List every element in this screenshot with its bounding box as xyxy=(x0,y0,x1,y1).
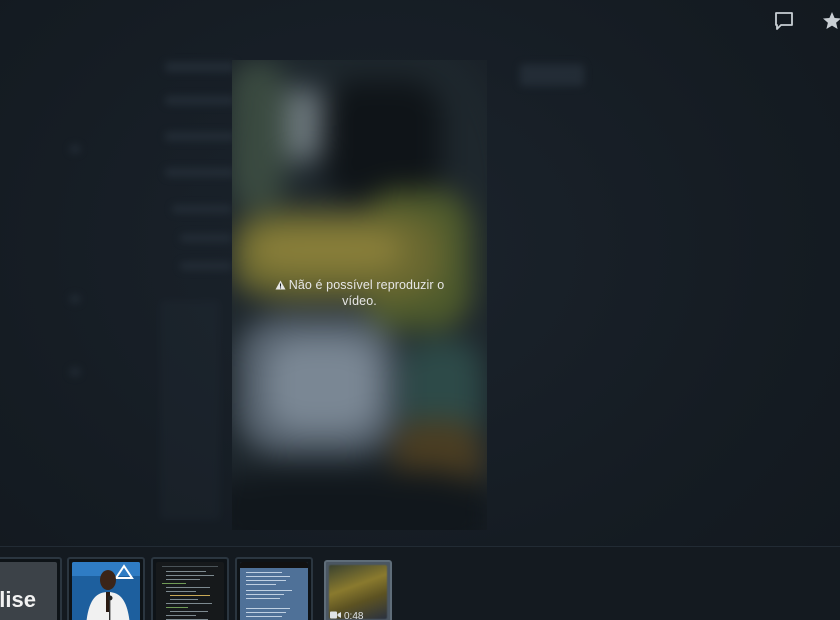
warning-icon xyxy=(275,279,286,294)
code-screenshot xyxy=(156,562,224,620)
thumbnail-video[interactable]: 0:48 xyxy=(324,560,392,620)
duration-label: 0:48 xyxy=(344,611,364,620)
star-icon[interactable] xyxy=(820,9,840,33)
camera-icon xyxy=(330,611,341,620)
phone-screenshot xyxy=(240,562,308,620)
video-error-message: Não é possível reproduzir o vídeo. xyxy=(232,278,487,309)
video-error-text: Não é possível reproduzir o vídeo. xyxy=(288,278,445,308)
filmstrip: alise xyxy=(0,546,840,620)
video-player[interactable]: Não é possível reproduzir o vídeo. xyxy=(232,60,487,530)
video-duration: 0:48 xyxy=(330,611,363,620)
thumbnail-image-1[interactable]: alise xyxy=(0,557,62,620)
person-photo xyxy=(72,562,140,620)
media-viewer: Não é possível reproduzir o vídeo. alise xyxy=(0,0,840,620)
thumbnail-image-2[interactable] xyxy=(67,557,145,620)
comment-icon[interactable] xyxy=(772,9,796,33)
thumbnail-image-3[interactable] xyxy=(151,557,229,620)
thumbnail-text: alise xyxy=(0,587,36,612)
thumbnail-image-4[interactable] xyxy=(235,557,313,620)
